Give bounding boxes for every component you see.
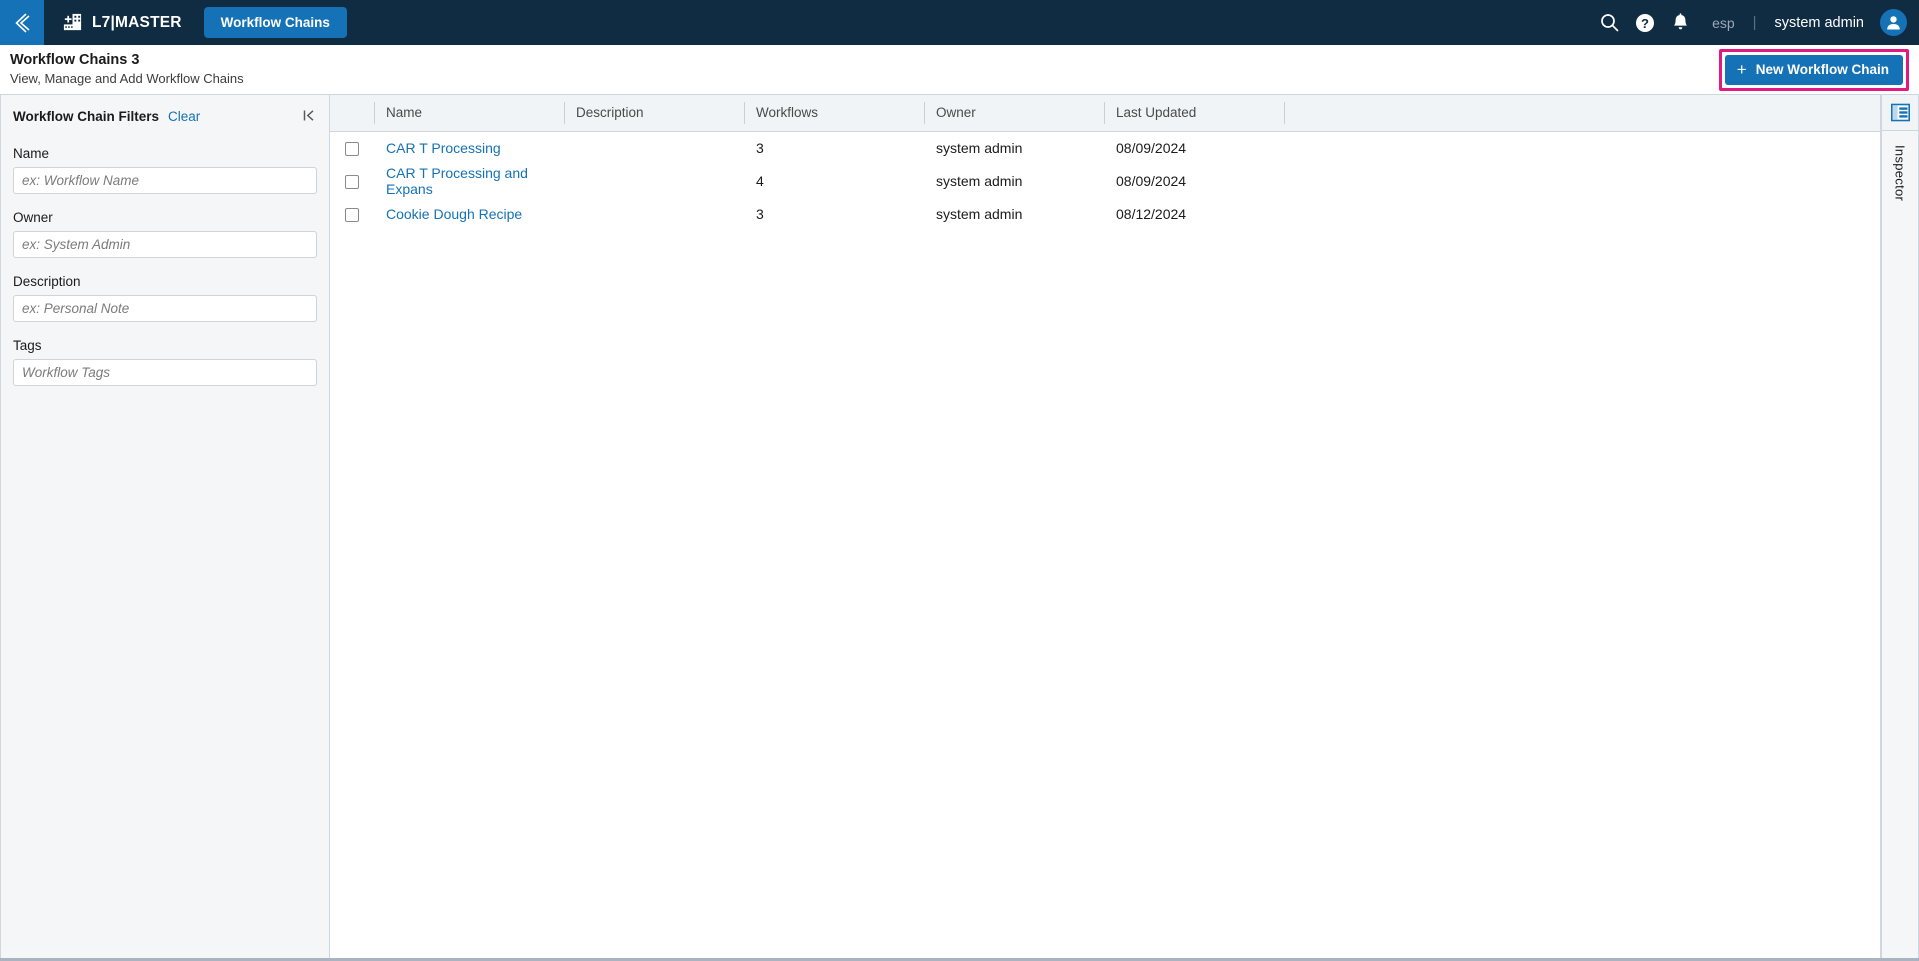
tab-workflow-chains[interactable]: Workflow Chains (203, 7, 347, 38)
workflow-chain-link[interactable]: CAR T Processing and Expans (386, 165, 528, 197)
column-header-extra (1284, 95, 1880, 132)
row-workflows-cell: 4 (756, 172, 764, 189)
svg-text:?: ? (1641, 16, 1649, 31)
row-description-cell (564, 197, 744, 230)
filter-label-tags: Tags (13, 338, 42, 353)
row-name-cell: CAR T Processing and Expans (374, 164, 564, 197)
workflow-chain-filters-panel: Workflow Chain Filters Clear Name Owner … (0, 95, 330, 958)
column-header-name[interactable]: Name (374, 95, 564, 132)
page-title: Workflow Chains 3 (10, 52, 140, 68)
row-last-updated-cell: 08/09/2024 (1116, 172, 1187, 189)
row-last-updated-cell: 08/12/2024 (1116, 205, 1187, 222)
workflow-chains-table: Name Description Workflows Owner Last Up… (330, 95, 1880, 230)
row-extra-cell (1284, 164, 1880, 197)
filter-label-description: Description (13, 274, 81, 289)
row-checkbox[interactable] (345, 207, 359, 222)
brand-title: L7|MASTER (92, 13, 182, 31)
inspector-toggle-button[interactable] (1882, 95, 1918, 131)
row-owner-cell: system admin (936, 172, 1023, 189)
table-row[interactable]: CAR T Processing 3 system admin 08/09/20… (330, 131, 1880, 164)
filter-field-description: Description (13, 274, 317, 322)
new-workflow-chain-label: New Workflow Chain (1755, 62, 1889, 77)
name-filter-input[interactable] (13, 167, 317, 194)
row-checkbox[interactable] (345, 174, 359, 189)
filter-label-owner: Owner (13, 210, 53, 225)
column-header-workflows[interactable]: Workflows (744, 95, 924, 132)
new-workflow-chain-button[interactable]: + New Workflow Chain (1724, 55, 1903, 85)
row-select-cell (330, 131, 374, 164)
collapse-panel-left-icon[interactable] (302, 108, 317, 128)
inspector-panel-icon (1890, 103, 1910, 122)
main-body: Workflow Chain Filters Clear Name Owner … (0, 95, 1919, 961)
row-checkbox[interactable] (345, 141, 359, 156)
table-row[interactable]: CAR T Processing and Expans 4 system adm… (330, 164, 1880, 197)
filters-title: Workflow Chain Filters (13, 109, 160, 124)
row-owner-cell: system admin (936, 139, 1023, 156)
tags-filter-input[interactable] (13, 359, 317, 386)
help-circle-icon[interactable]: ? (1635, 13, 1655, 33)
factory-plus-logo-icon (62, 12, 83, 33)
row-description-cell (564, 164, 744, 197)
chevron-left-icon (15, 12, 30, 33)
page-header: Workflow Chains 3 View, Manage and Add W… (0, 45, 1919, 95)
row-extra-cell (1284, 197, 1880, 230)
row-workflows-cell: 3 (756, 139, 764, 156)
filter-field-owner: Owner (13, 210, 317, 258)
filter-label-name: Name (13, 146, 50, 161)
column-header-description[interactable]: Description (564, 95, 744, 132)
filter-field-tags: Tags (13, 338, 317, 386)
language-selector[interactable]: esp (1712, 15, 1735, 31)
table-row[interactable]: Cookie Dough Recipe 3 system admin 08/12… (330, 197, 1880, 230)
filters-header: Workflow Chain Filters Clear (13, 95, 317, 130)
row-select-cell (330, 197, 374, 230)
top-navigation-bar: L7|MASTER Workflow Chains ? esp | system… (0, 0, 1919, 45)
page-subtitle: View, Manage and Add Workflow Chains (10, 71, 244, 86)
workflow-chains-table-area: Name Description Workflows Owner Last Up… (330, 95, 1881, 958)
nav-separator: | (1752, 14, 1757, 31)
table-header-row: Name Description Workflows Owner Last Up… (330, 95, 1880, 132)
description-filter-input[interactable] (13, 295, 317, 322)
filter-field-name: Name (13, 146, 317, 194)
back-button[interactable] (0, 0, 44, 45)
column-header-last-updated[interactable]: Last Updated (1104, 95, 1284, 132)
row-name-cell: Cookie Dough Recipe (374, 197, 564, 230)
username-label[interactable]: system admin (1775, 15, 1864, 31)
new-workflow-chain-highlight: + New Workflow Chain (1718, 49, 1909, 91)
row-select-cell (330, 164, 374, 197)
clear-filters-link[interactable]: Clear (168, 109, 200, 124)
column-header-select (330, 95, 374, 132)
workflow-chain-link[interactable]: Cookie Dough Recipe (386, 206, 522, 222)
row-extra-cell (1284, 131, 1880, 164)
table-body: CAR T Processing 3 system admin 08/09/20… (330, 131, 1880, 230)
row-owner-cell: system admin (936, 205, 1023, 222)
column-header-owner[interactable]: Owner (924, 95, 1104, 132)
inspector-panel: Inspector (1881, 95, 1919, 958)
row-workflows-cell: 3 (756, 205, 764, 222)
bell-icon[interactable] (1671, 12, 1690, 33)
brand: L7|MASTER (62, 12, 182, 33)
inspector-label[interactable]: Inspector (1893, 145, 1908, 201)
row-name-cell: CAR T Processing (374, 131, 564, 164)
nav-right-group: ? esp | system admin (1600, 9, 1919, 36)
page-header-titles: Workflow Chains 3 View, Manage and Add W… (10, 52, 244, 87)
row-last-updated-cell: 08/09/2024 (1116, 139, 1187, 156)
workflow-chain-link[interactable]: CAR T Processing (386, 140, 501, 156)
row-description-cell (564, 131, 744, 164)
search-icon[interactable] (1600, 13, 1619, 32)
user-avatar-icon[interactable] (1880, 9, 1907, 36)
owner-filter-input[interactable] (13, 231, 317, 258)
plus-icon: + (1736, 59, 1747, 79)
table-header: Name Description Workflows Owner Last Up… (330, 95, 1880, 132)
